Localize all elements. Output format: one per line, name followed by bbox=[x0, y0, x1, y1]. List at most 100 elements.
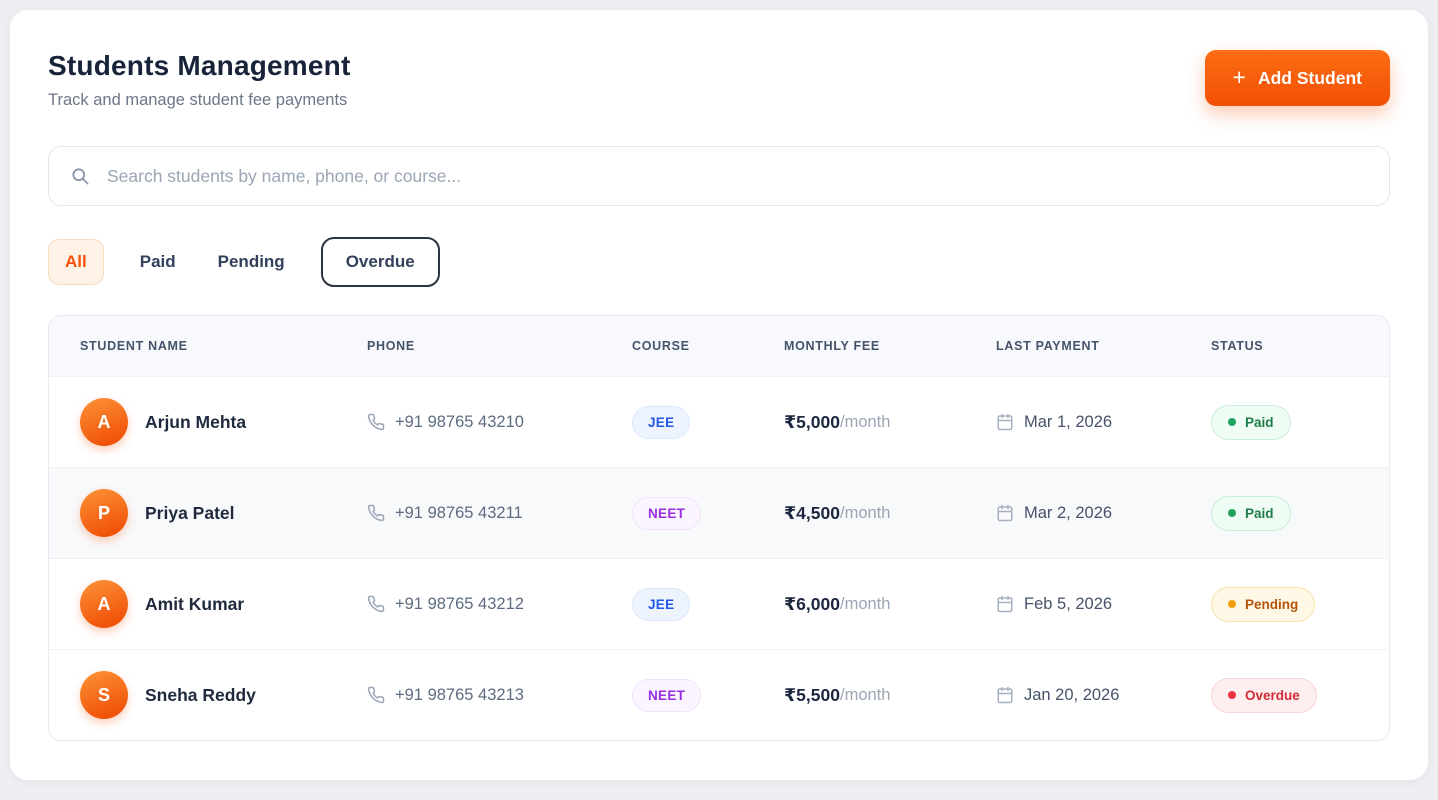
last-payment-date: Mar 1, 2026 bbox=[1024, 413, 1112, 432]
status-dot-icon bbox=[1228, 600, 1236, 608]
course-badge: NEET bbox=[632, 679, 701, 712]
status-label: Pending bbox=[1245, 597, 1298, 612]
column-header-monthly-fee: MONTHLY FEE bbox=[784, 339, 996, 353]
avatar: A bbox=[80, 580, 128, 628]
column-header-last-payment: LAST PAYMENT bbox=[996, 339, 1211, 353]
filter-all[interactable]: All bbox=[48, 239, 104, 285]
phone-cell: +91 98765 43212 bbox=[367, 595, 632, 614]
status-cell: Paid bbox=[1211, 496, 1389, 531]
calendar-icon bbox=[996, 595, 1014, 613]
column-header-course: COURSE bbox=[632, 339, 784, 353]
calendar-icon bbox=[996, 413, 1014, 431]
search-icon bbox=[70, 166, 90, 186]
student-name: Arjun Mehta bbox=[145, 412, 246, 433]
phone-cell: +91 98765 43213 bbox=[367, 686, 632, 705]
filter-overdue[interactable]: Overdue bbox=[321, 237, 440, 287]
monthly-fee: ₹6,000 bbox=[784, 594, 840, 615]
phone-number: +91 98765 43211 bbox=[395, 504, 523, 523]
status-label: Overdue bbox=[1245, 688, 1300, 703]
column-header-student-name: STUDENT NAME bbox=[80, 339, 367, 353]
table-header: STUDENT NAME PHONE COURSE MONTHLY FEE LA… bbox=[49, 316, 1389, 376]
monthly-fee: ₹5,500 bbox=[784, 685, 840, 706]
add-student-label: Add Student bbox=[1258, 68, 1362, 89]
fee-cell: ₹5,000/month bbox=[784, 412, 996, 433]
page-header: Students Management Track and manage stu… bbox=[48, 50, 1390, 110]
student-cell: S Sneha Reddy bbox=[80, 671, 367, 719]
column-header-status: STATUS bbox=[1211, 339, 1389, 353]
filter-tabs: All Paid Pending Overdue bbox=[48, 237, 1390, 287]
student-name: Priya Patel bbox=[145, 503, 235, 524]
filter-pending[interactable]: Pending bbox=[212, 240, 291, 284]
search-bar bbox=[48, 146, 1390, 206]
course-cell: JEE bbox=[632, 588, 784, 621]
status-label: Paid bbox=[1245, 415, 1274, 430]
avatar: S bbox=[80, 671, 128, 719]
table-body: A Arjun Mehta +91 98765 43210 JEE ₹5,000… bbox=[49, 376, 1389, 740]
table-row[interactable]: P Priya Patel +91 98765 43211 NEET ₹4,50… bbox=[49, 467, 1389, 558]
last-payment-date: Mar 2, 2026 bbox=[1024, 504, 1112, 523]
status-badge: Paid bbox=[1211, 496, 1291, 531]
student-cell: A Arjun Mehta bbox=[80, 398, 367, 446]
course-cell: NEET bbox=[632, 679, 784, 712]
column-header-phone: PHONE bbox=[367, 339, 632, 353]
status-cell: Pending bbox=[1211, 587, 1389, 622]
avatar: P bbox=[80, 489, 128, 537]
students-table: STUDENT NAME PHONE COURSE MONTHLY FEE LA… bbox=[48, 315, 1390, 741]
fee-cell: ₹5,500/month bbox=[784, 685, 996, 706]
avatar: A bbox=[80, 398, 128, 446]
table-row[interactable]: A Amit Kumar +91 98765 43212 JEE ₹6,000/… bbox=[49, 558, 1389, 649]
monthly-fee-suffix: /month bbox=[840, 504, 890, 523]
status-badge: Pending bbox=[1211, 587, 1315, 622]
course-badge: JEE bbox=[632, 406, 690, 439]
status-dot-icon bbox=[1228, 691, 1236, 699]
phone-cell: +91 98765 43211 bbox=[367, 504, 632, 523]
student-name: Sneha Reddy bbox=[145, 685, 256, 706]
student-cell: A Amit Kumar bbox=[80, 580, 367, 628]
monthly-fee: ₹4,500 bbox=[784, 503, 840, 524]
student-name: Amit Kumar bbox=[145, 594, 244, 615]
last-payment-cell: Mar 2, 2026 bbox=[996, 504, 1211, 523]
monthly-fee-suffix: /month bbox=[840, 413, 890, 432]
phone-icon bbox=[367, 413, 385, 431]
phone-icon bbox=[367, 504, 385, 522]
page-subtitle: Track and manage student fee payments bbox=[48, 91, 351, 110]
calendar-icon bbox=[996, 686, 1014, 704]
status-label: Paid bbox=[1245, 506, 1274, 521]
status-badge: Overdue bbox=[1211, 678, 1317, 713]
page-header-text: Students Management Track and manage stu… bbox=[48, 50, 351, 110]
last-payment-cell: Mar 1, 2026 bbox=[996, 413, 1211, 432]
phone-number: +91 98765 43210 bbox=[395, 413, 524, 432]
last-payment-cell: Feb 5, 2026 bbox=[996, 595, 1211, 614]
course-badge: NEET bbox=[632, 497, 701, 530]
student-cell: P Priya Patel bbox=[80, 489, 367, 537]
table-row[interactable]: A Arjun Mehta +91 98765 43210 JEE ₹5,000… bbox=[49, 376, 1389, 467]
status-badge: Paid bbox=[1211, 405, 1291, 440]
monthly-fee: ₹5,000 bbox=[784, 412, 840, 433]
phone-icon bbox=[367, 686, 385, 704]
phone-cell: +91 98765 43210 bbox=[367, 413, 632, 432]
phone-number: +91 98765 43212 bbox=[395, 595, 524, 614]
status-cell: Paid bbox=[1211, 405, 1389, 440]
status-cell: Overdue bbox=[1211, 678, 1389, 713]
table-row[interactable]: S Sneha Reddy +91 98765 43213 NEET ₹5,50… bbox=[49, 649, 1389, 740]
phone-icon bbox=[367, 595, 385, 613]
monthly-fee-suffix: /month bbox=[840, 686, 890, 705]
filter-paid[interactable]: Paid bbox=[134, 240, 182, 284]
add-student-button[interactable]: + Add Student bbox=[1205, 50, 1390, 106]
status-dot-icon bbox=[1228, 509, 1236, 517]
fee-cell: ₹6,000/month bbox=[784, 594, 996, 615]
page-title: Students Management bbox=[48, 50, 351, 82]
search-input[interactable] bbox=[48, 146, 1390, 206]
last-payment-cell: Jan 20, 2026 bbox=[996, 686, 1211, 705]
monthly-fee-suffix: /month bbox=[840, 595, 890, 614]
course-cell: JEE bbox=[632, 406, 784, 439]
students-management-card: Students Management Track and manage stu… bbox=[10, 10, 1428, 780]
status-dot-icon bbox=[1228, 418, 1236, 426]
phone-number: +91 98765 43213 bbox=[395, 686, 524, 705]
calendar-icon bbox=[996, 504, 1014, 522]
fee-cell: ₹4,500/month bbox=[784, 503, 996, 524]
course-cell: NEET bbox=[632, 497, 784, 530]
last-payment-date: Feb 5, 2026 bbox=[1024, 595, 1112, 614]
course-badge: JEE bbox=[632, 588, 690, 621]
plus-icon: + bbox=[1233, 66, 1246, 89]
